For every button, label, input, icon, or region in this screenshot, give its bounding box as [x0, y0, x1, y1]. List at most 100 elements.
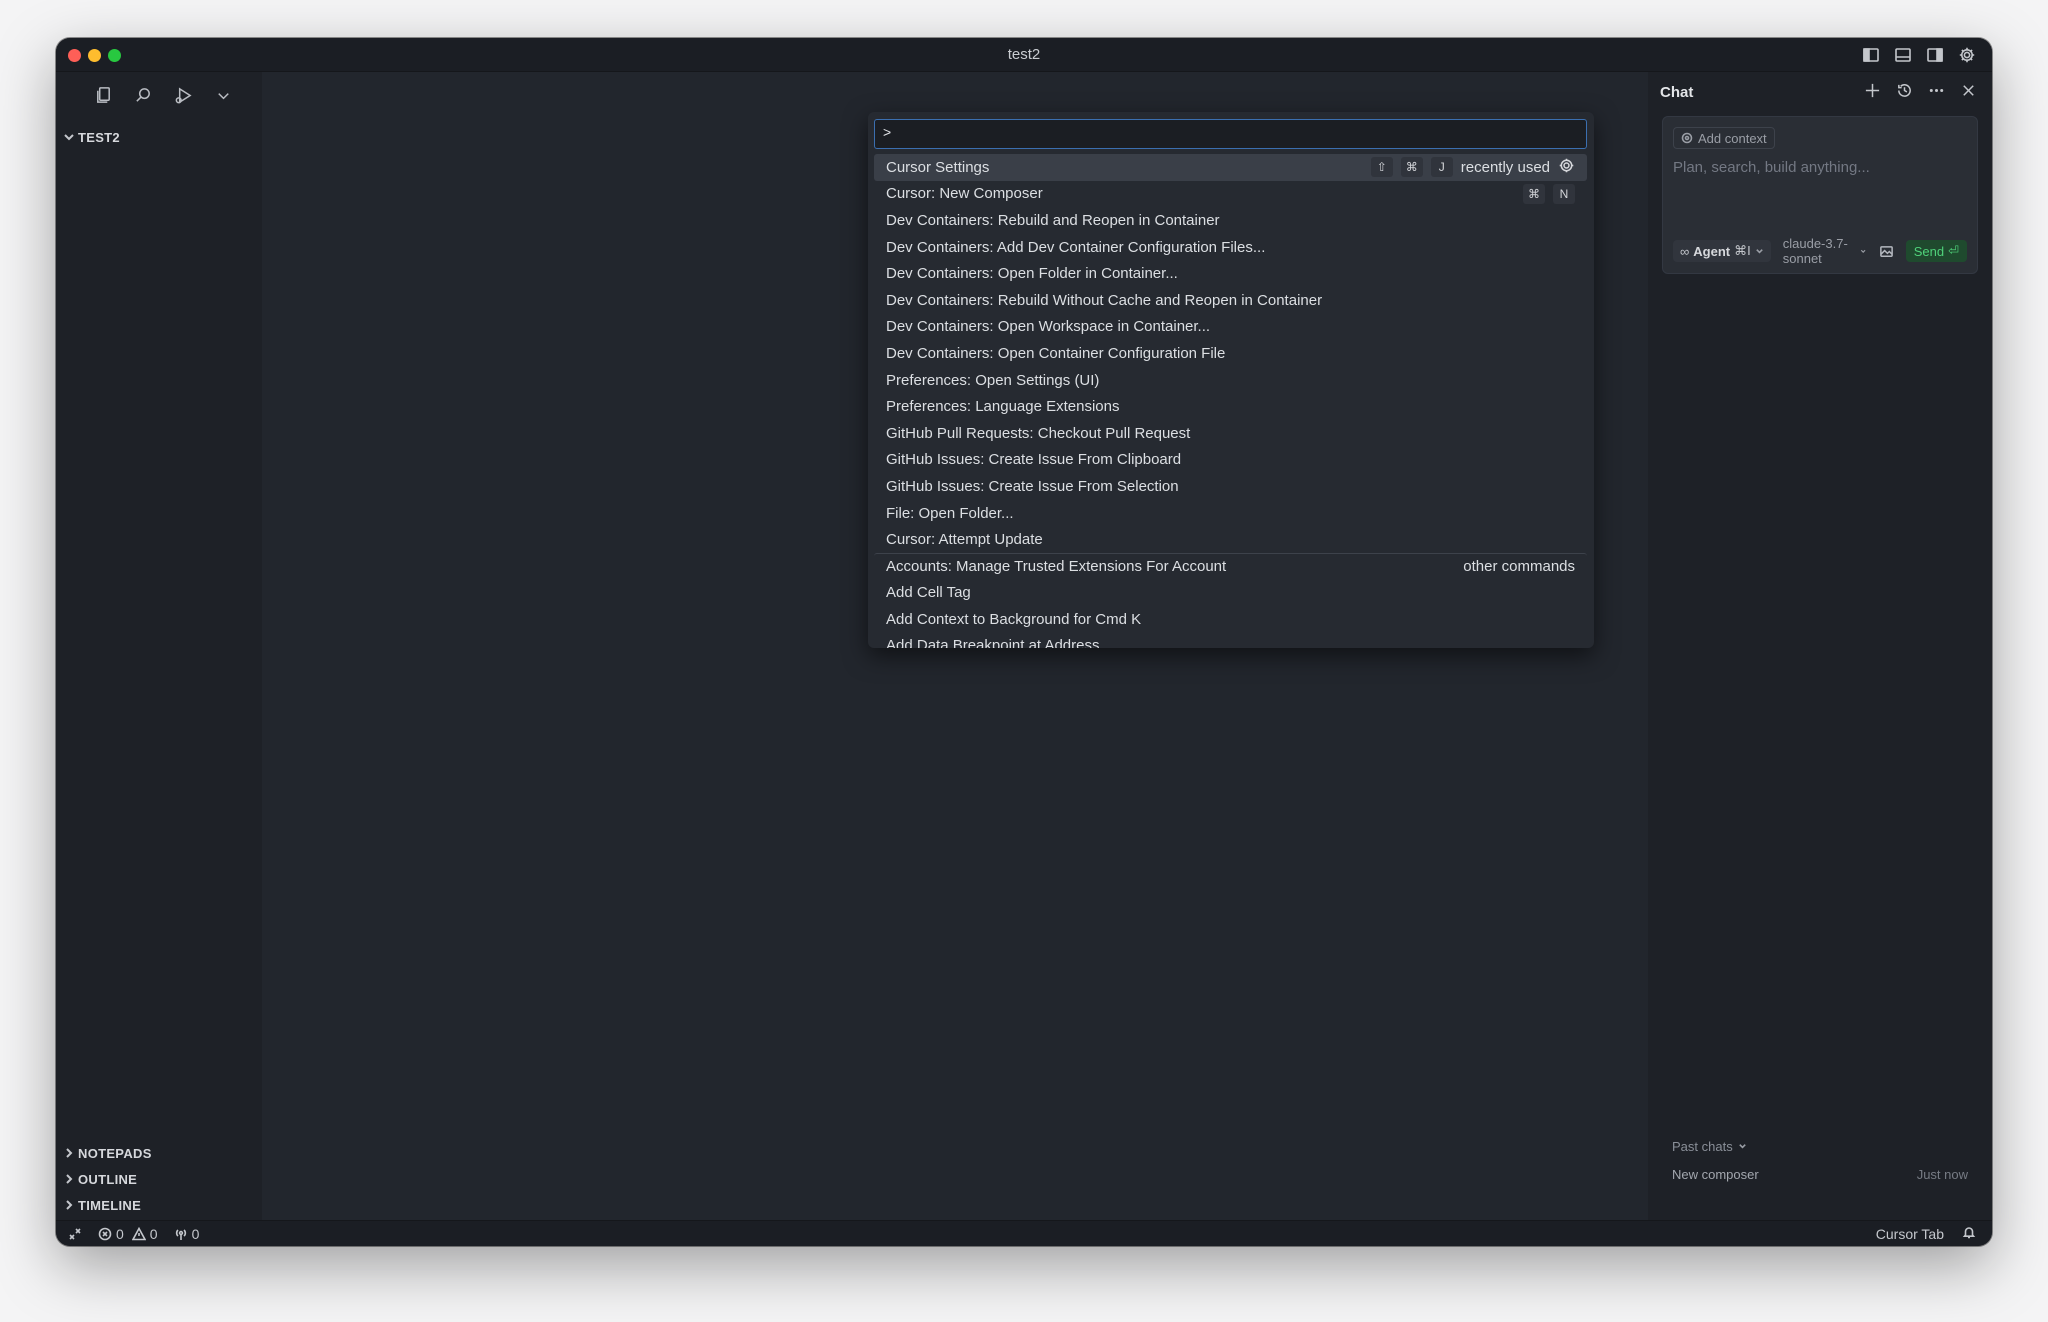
past-chats-toggle[interactable]: Past chats	[1672, 1139, 1747, 1154]
command-label: Accounts: Manage Trusted Extensions For …	[886, 558, 1227, 576]
app-window: test2 TEST2 NOTEPADS OUTLINE TIMELINE > …	[56, 38, 1992, 1246]
command-item[interactable]: Dev Containers: Open Workspace in Contai…	[874, 314, 1587, 341]
past-chat-time: Just now	[1916, 1167, 1968, 1182]
keybinding-key: J	[1430, 157, 1453, 178]
command-item[interactable]: File: Open Folder...	[874, 500, 1587, 527]
configure-keybinding-gear-icon[interactable]	[1558, 157, 1575, 178]
command-item[interactable]: Cursor: New Composer ⌘ N	[874, 181, 1587, 208]
add-context-button[interactable]: Add context	[1673, 127, 1775, 149]
command-item[interactable]: Accounts: Manage Trusted Extensions For …	[874, 552, 1587, 580]
warning-icon	[131, 1226, 146, 1240]
add-context-label: Add context	[1698, 130, 1767, 146]
keybinding-key: ⌘	[1400, 157, 1423, 178]
section-label: TIMELINE	[78, 1197, 142, 1213]
image-upload-icon[interactable]	[1879, 242, 1894, 260]
history-icon[interactable]	[1894, 80, 1914, 100]
send-button[interactable]: Send ⏎	[1905, 240, 1967, 262]
command-palette: > Cursor Settings ⇧ ⌘ Jrecently used Cursor:…	[868, 112, 1594, 648]
broadcast-icon	[175, 1228, 186, 1240]
keybinding-key: N	[1553, 183, 1575, 204]
toggle-secondary-sidebar-icon[interactable]	[1924, 44, 1946, 66]
section-label: NOTEPADS	[78, 1145, 152, 1161]
command-item[interactable]: Dev Containers: Open Container Configura…	[874, 340, 1587, 367]
command-group-tag: other commands	[1463, 558, 1575, 576]
run-debug-icon[interactable]	[172, 84, 194, 106]
chat-composer: Add context Plan, search, build anything…	[1662, 116, 1978, 274]
cursor-tab-status[interactable]: Cursor Tab	[1876, 1226, 1944, 1242]
command-item[interactable]: Dev Containers: Open Folder in Container…	[874, 260, 1587, 287]
toggle-panel-icon[interactable]	[1892, 44, 1914, 66]
folder-root-test2[interactable]: TEST2	[60, 124, 262, 150]
section-outline[interactable]: OUTLINE	[60, 1166, 262, 1192]
chat-input[interactable]: Plan, search, build anything...	[1673, 159, 1870, 176]
chevron-down-icon	[1755, 248, 1763, 254]
search-icon[interactable]	[132, 84, 154, 106]
command-item[interactable]: Cursor Settings ⇧ ⌘ Jrecently used	[874, 154, 1587, 181]
chevron-down-icon[interactable]	[212, 84, 234, 106]
chevron-right-icon	[60, 1147, 78, 1159]
command-list: Cursor Settings ⇧ ⌘ Jrecently used Cursor: N…	[874, 154, 1587, 648]
files-icon[interactable]	[92, 84, 114, 106]
command-label: GitHub Issues: Create Issue From Clipboa…	[886, 451, 1182, 469]
past-chats-label: Past chats	[1672, 1139, 1733, 1154]
model-name: claude-3.7-sonnet	[1782, 236, 1848, 266]
chevron-down-icon	[1861, 249, 1866, 253]
bell-icon[interactable]	[1962, 1225, 1976, 1242]
command-label: Dev Containers: Rebuild Without Cache an…	[886, 291, 1323, 309]
command-item[interactable]: Preferences: Open Settings (UI)	[874, 367, 1587, 394]
command-label: Dev Containers: Open Workspace in Contai…	[886, 318, 1211, 336]
more-options-icon[interactable]	[1926, 80, 1946, 100]
new-chat-plus-icon[interactable]	[1862, 80, 1882, 100]
command-label: Dev Containers: Add Dev Container Config…	[886, 238, 1266, 256]
command-item[interactable]: Dev Containers: Rebuild Without Cache an…	[874, 287, 1587, 314]
command-item[interactable]: GitHub Issues: Create Issue From Selecti…	[874, 473, 1587, 500]
command-label: GitHub Pull Requests: Checkout Pull Requ…	[886, 424, 1191, 442]
command-label: Cursor: New Composer	[886, 185, 1043, 203]
command-item[interactable]: GitHub Issues: Create Issue From Clipboa…	[874, 447, 1587, 474]
close-icon[interactable]	[1958, 80, 1978, 100]
command-item[interactable]: Cursor: Attempt Update	[874, 526, 1587, 553]
command-item[interactable]: Dev Containers: Add Dev Container Config…	[874, 234, 1587, 261]
command-label: GitHub Issues: Create Issue From Selecti…	[886, 477, 1179, 495]
problems-indicator[interactable]: 0 0	[98, 1226, 158, 1242]
section-timeline[interactable]: TIMELINE	[60, 1192, 262, 1218]
agent-mode-selector[interactable]: ∞ Agent ⌘I	[1673, 240, 1771, 262]
model-selector[interactable]: claude-3.7-sonnet	[1783, 236, 1867, 266]
chevron-down-icon	[60, 131, 78, 143]
command-label: Dev Containers: Open Folder in Container…	[886, 265, 1178, 283]
command-item[interactable]: Preferences: Language Extensions	[874, 393, 1587, 420]
status-bar: 0 0 0 Cursor Tab	[56, 1220, 1992, 1246]
ports-indicator[interactable]: 0	[174, 1226, 199, 1242]
command-label: Dev Containers: Rebuild and Reopen in Co…	[886, 211, 1220, 229]
keybinding-key: ⌘	[1523, 183, 1545, 204]
toggle-primary-sidebar-icon[interactable]	[1860, 44, 1882, 66]
title-bar: test2	[56, 38, 1992, 72]
remote-icon	[69, 1227, 81, 1240]
enter-key-icon: ⏎	[1948, 243, 1959, 258]
command-label: Add Data Breakpoint at Address	[886, 637, 1100, 648]
command-label: File: Open Folder...	[886, 504, 1014, 522]
command-label: Dev Containers: Open Container Configura…	[886, 344, 1226, 362]
command-item[interactable]: Add Data Breakpoint at Address	[874, 633, 1587, 648]
command-label: Preferences: Language Extensions	[886, 398, 1120, 416]
past-chat-name: New composer	[1672, 1167, 1759, 1182]
command-palette-input[interactable]: >	[874, 119, 1587, 149]
send-label: Send	[1913, 243, 1945, 259]
past-chat-item[interactable]: New composer Just now	[1672, 1167, 1968, 1182]
settings-gear-icon[interactable]	[1956, 44, 1978, 66]
remote-indicator[interactable]	[68, 1227, 82, 1241]
command-item[interactable]: Add Cell Tag	[874, 580, 1587, 607]
command-label: Cursor: Attempt Update	[886, 531, 1043, 549]
section-notepads[interactable]: NOTEPADS	[60, 1140, 262, 1166]
infinity-icon: ∞	[1680, 243, 1690, 259]
error-count: 0	[116, 1225, 124, 1242]
warning-count: 0	[149, 1225, 158, 1242]
command-item[interactable]: Add Context to Background for Cmd K	[874, 606, 1587, 633]
chevron-right-icon	[60, 1199, 78, 1211]
command-item[interactable]: GitHub Pull Requests: Checkout Pull Requ…	[874, 420, 1587, 447]
error-icon	[98, 1227, 112, 1240]
chat-panel: Chat Add context Plan, search, build any…	[1648, 72, 1992, 1220]
folder-name: TEST2	[78, 129, 120, 145]
command-label: Preferences: Open Settings (UI)	[886, 371, 1100, 389]
command-item[interactable]: Dev Containers: Rebuild and Reopen in Co…	[874, 207, 1587, 234]
